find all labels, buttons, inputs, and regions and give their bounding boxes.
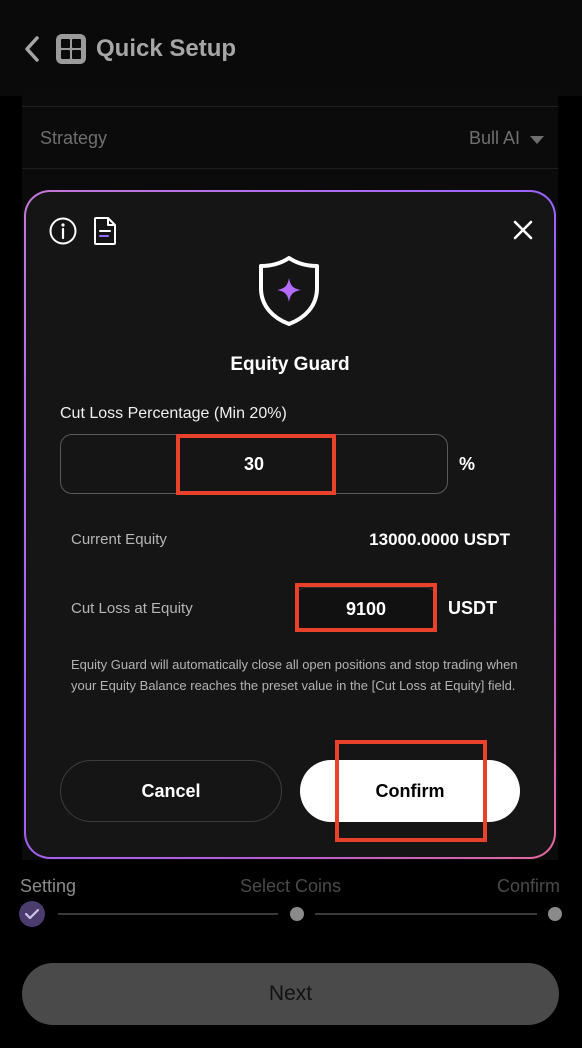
- dialog-title: Equity Guard: [230, 354, 350, 375]
- step-confirm-label: Confirm: [496, 876, 560, 896]
- current-equity-label: Current Equity: [71, 531, 167, 548]
- chevron-left-icon[interactable]: [20, 34, 46, 64]
- page-title: Quick Setup: [96, 35, 237, 62]
- step-setting-label: Setting: [20, 876, 77, 896]
- cancel-button[interactable]: Cancel: [60, 760, 282, 822]
- step-dot: [548, 907, 562, 921]
- divider: [22, 168, 558, 169]
- check-icon: [19, 901, 45, 927]
- percent-unit: %: [459, 454, 476, 474]
- step-connector: [58, 913, 278, 915]
- equity-guard-description: Equity Guard will automatically close al…: [71, 657, 518, 693]
- step-select-coins-label: Select Coins: [240, 876, 342, 896]
- step-dot: [290, 907, 304, 921]
- app-logo-icon: [56, 34, 86, 64]
- top-bar: Quick Setup: [0, 0, 582, 96]
- step-connector: [315, 913, 537, 915]
- cut-loss-percentage-label: Cut Loss Percentage (Min 20%): [60, 405, 287, 422]
- divider: [22, 106, 558, 107]
- close-icon[interactable]: [512, 219, 534, 241]
- confirm-button[interactable]: Confirm: [300, 760, 520, 822]
- shield-sparkle-icon: [259, 256, 319, 326]
- caret-down-icon[interactable]: [530, 136, 544, 144]
- info-icon[interactable]: [48, 216, 78, 246]
- cut-loss-equity-label: Cut Loss at Equity: [71, 600, 193, 617]
- strategy-select[interactable]: Bull AI: [469, 128, 520, 149]
- current-equity-value: 13000.0000 USDT: [369, 530, 510, 549]
- next-button[interactable]: Next: [22, 963, 559, 1025]
- cut-loss-percentage-input[interactable]: [60, 434, 448, 494]
- cut-loss-equity-input[interactable]: [296, 587, 436, 631]
- equity-guard-dialog: Equity Guard Cut Loss Percentage (Min 20…: [24, 190, 556, 859]
- document-icon[interactable]: [92, 216, 118, 246]
- strategy-label: Strategy: [40, 128, 108, 148]
- equity-unit: USDT: [448, 598, 497, 618]
- dialog-body: Equity Guard Cut Loss Percentage (Min 20…: [26, 192, 554, 857]
